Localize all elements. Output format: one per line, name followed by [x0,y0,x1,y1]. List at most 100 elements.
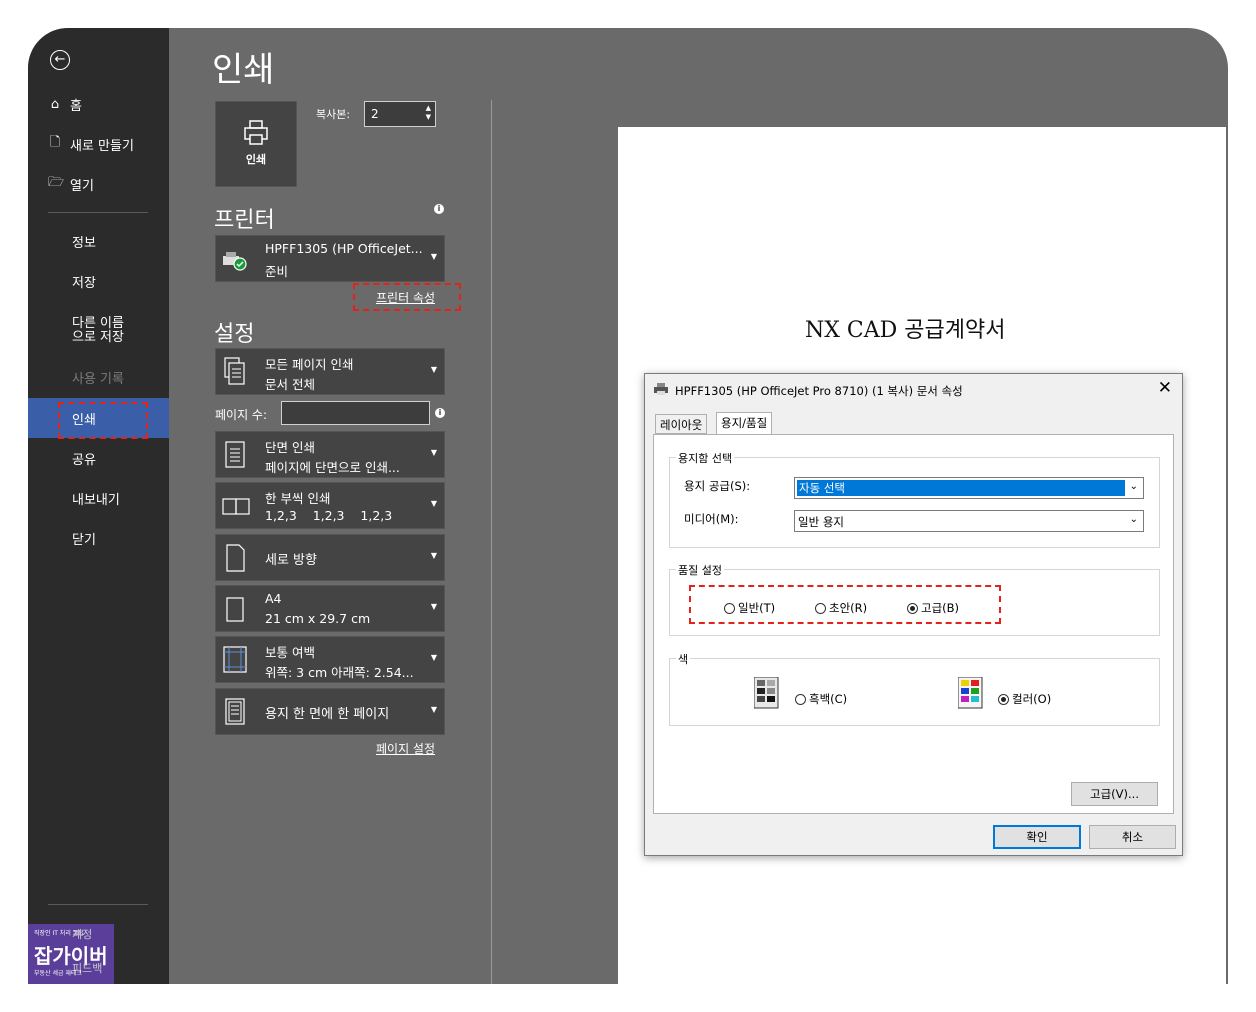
dialog-title: HPFF1305 (HP OfficeJet Pro 8710) (1 복사) … [675,384,963,398]
duplex-dropdown[interactable]: 단면 인쇄 페이지에 단면으로 인쇄... ▼ [215,431,445,478]
sidebar-item-label: 홈 [70,98,82,114]
printer-icon [654,383,668,395]
chevron-down-icon: ▼ [430,705,437,714]
ok-button[interactable]: 확인 [993,825,1081,849]
sidebar-item-save-as[interactable]: 다른 이름으로 저장 [28,308,128,354]
paper-size-dropdown[interactable]: A4 21 cm x 29.7 cm ▼ [215,585,445,632]
sidebar-divider [48,904,148,905]
media-select[interactable]: 일반 용지 ⌄ [794,510,1144,532]
grayscale-icon [754,677,779,709]
color-group: 색 흑백(C) 컬러(O) [669,651,1160,726]
sidebar-item-info[interactable]: 정보 [28,221,169,261]
info-icon[interactable]: i [434,204,444,214]
printer-section-title: 프린터 [214,208,275,233]
copies-input[interactable]: 2 ▲ ▼ [364,101,436,127]
sidebar-item-label: 열기 [70,178,94,194]
option-secondary: 페이지에 단면으로 인쇄... [265,460,400,475]
watermark-logo: 직장인 IT 처리 꿀팁 계정 잡가이버 피드백 부동산 세금 재테크 [28,924,114,984]
printer-dropdown[interactable]: HPFF1305 (HP OfficeJet... 준비 ▼ [215,235,445,282]
page-per-sheet-icon [225,698,245,725]
pages-per-sheet-dropdown[interactable]: 용지 한 면에 한 페이지 ▼ [215,688,445,735]
cancel-button[interactable]: 취소 [1089,825,1176,849]
sidebar: ← ⌂ 홈 🗋 새로 만들기 🗁 열기 정보 저장 다른 이름으로 저장 사용 … [28,28,169,984]
sidebar-item-save[interactable]: 저장 [28,261,169,301]
settings-section-title: 설정 [214,322,255,347]
margins-icon [223,646,247,673]
sidebar-item-open[interactable]: 🗁 열기 [28,164,169,204]
highlight-box [353,283,461,311]
color-grayscale-radio[interactable]: 흑백(C) [795,691,847,707]
chevron-down-icon: ⌄ [1129,481,1138,492]
chevron-down-icon: ▼ [430,448,437,457]
collated-icon [222,498,250,515]
option-secondary: 문서 전체 [265,377,315,392]
page-title: 인쇄 [212,50,275,90]
info-icon[interactable]: i [435,408,445,418]
page-setup-link[interactable]: 페이지 설정 [376,740,435,757]
color-icon [958,677,983,709]
sidebar-divider [48,212,148,213]
group-label: 용지함 선택 [676,450,735,466]
option-primary: 세로 방향 [265,553,317,568]
advanced-button[interactable]: 고급(V)... [1071,782,1158,806]
orientation-dropdown[interactable]: 세로 방향 ▼ [215,534,445,581]
sidebar-item-new[interactable]: 🗋 새로 만들기 [28,124,169,164]
option-primary: 단면 인쇄 [265,440,315,455]
group-label: 색 [676,651,691,667]
option-secondary: 21 cm x 29.7 cm [265,611,371,626]
open-folder-icon: 🗁 [48,175,65,190]
close-icon[interactable]: ✕ [1158,378,1172,398]
sidebar-item-label: 정보 [72,235,96,251]
back-arrow-icon[interactable]: ← [50,50,70,70]
margins-dropdown[interactable]: 보통 여백 위쪽: 3 cm 아래쪽: 2.54... ▼ [215,636,445,683]
print-button-label: 인쇄 [245,153,267,166]
highlight-box [58,402,148,439]
option-secondary: 위쪽: 3 cm 아래쪽: 2.54... [265,665,414,680]
group-label: 품질 설정 [676,562,724,578]
option-primary: A4 [265,591,282,606]
tab-paper-quality[interactable]: 용지/품질 [716,412,773,435]
printer-status: 준비 [265,264,289,279]
new-document-icon: 🗋 [49,135,61,150]
option-secondary: 1,2,3 1,2,3 1,2,3 [265,508,393,523]
sidebar-item-home[interactable]: ⌂ 홈 [28,84,169,124]
sidebar-item-label: 저장 [72,275,96,291]
sidebar-item-label: 내보내기 [72,492,120,508]
sidebar-item-label: 다른 이름으로 저장 [72,316,124,345]
sidebar-item-share[interactable]: 공유 [28,438,169,478]
option-primary: 용지 한 면에 한 페이지 [265,707,390,722]
sidebar-item-close[interactable]: 닫기 [28,518,169,558]
highlight-box [689,585,1001,624]
paper-source-select[interactable]: 자동 선택 ⌄ [794,477,1144,499]
paper-source-label: 용지 공급(S): [684,479,751,493]
tab-panel: 용지함 선택 용지 공급(S): 자동 선택 ⌄ 미디어(M): 일반 용지 ⌄… [653,434,1174,814]
radio-dot-selected [998,693,1009,705]
media-value: 일반 용지 [798,515,844,529]
option-primary: 보통 여백 [265,645,315,660]
sidebar-item-export[interactable]: 내보내기 [28,478,169,518]
spinner-arrows-icon[interactable]: ▲ ▼ [426,104,431,122]
print-button[interactable]: 인쇄 [215,101,297,187]
tab-layout[interactable]: 레이아웃 [655,414,708,434]
chevron-down-icon: ▼ [430,365,437,374]
single-sided-icon [225,441,245,468]
chevron-down-icon: ▼ [430,499,437,508]
pages-input[interactable] [281,401,430,425]
radio-label: 흑백(C) [809,692,848,706]
sidebar-item-history: 사용 기록 [28,357,169,397]
printer-name: HPFF1305 (HP OfficeJet... [265,241,423,256]
print-range-dropdown[interactable]: 모든 페이지 인쇄 문서 전체 ▼ [215,348,445,395]
option-primary: 모든 페이지 인쇄 [265,357,354,372]
watermark-bottom-text: 부동산 세금 재테크 [34,970,82,977]
media-label: 미디어(M): [684,512,739,526]
tray-group: 용지함 선택 용지 공급(S): 자동 선택 ⌄ 미디어(M): 일반 용지 ⌄ [669,450,1160,548]
printer-ready-icon [223,252,247,271]
collate-dropdown[interactable]: 한 부씩 인쇄 1,2,3 1,2,3 1,2,3 ▼ [215,482,445,529]
color-color-radio[interactable]: 컬러(O) [998,691,1051,707]
chevron-down-icon: ▼ [430,551,437,560]
option-primary: 한 부씩 인쇄 [265,491,331,506]
pages-icon [224,357,245,385]
portrait-icon [226,544,245,572]
sidebar-item-label: 닫기 [72,532,96,548]
document-title: NX CAD 공급계약서 [805,318,1006,343]
